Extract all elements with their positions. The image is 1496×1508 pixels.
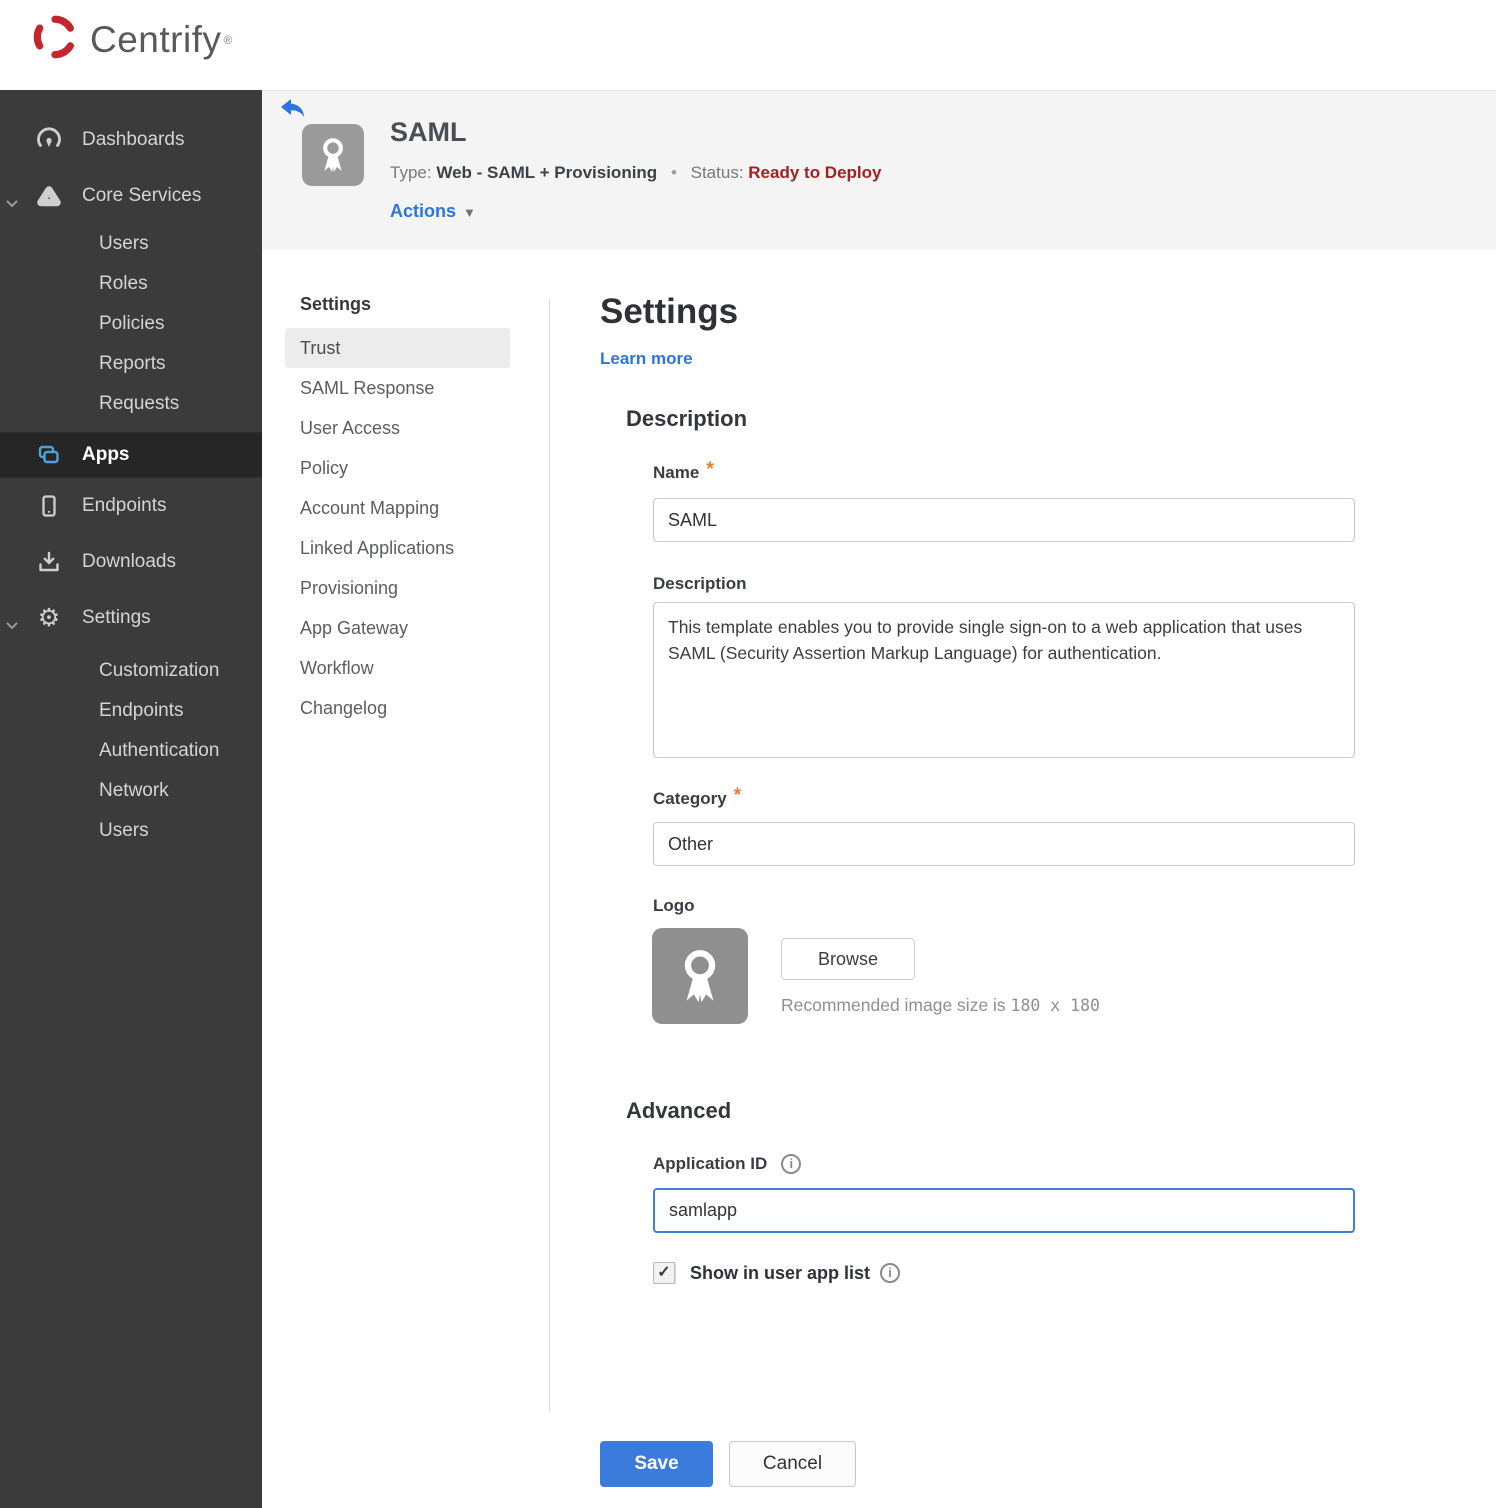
sidebar-item-settings-users[interactable]: Users	[0, 811, 262, 851]
type-label: Type:	[390, 163, 432, 182]
chevron-down-icon	[6, 192, 18, 214]
application-id-input[interactable]	[653, 1188, 1355, 1233]
caret-down-icon: ▼	[463, 205, 476, 220]
sidebar-item-settings-endpoints[interactable]: Endpoints	[0, 691, 262, 731]
subnav-item-saml-response[interactable]: SAML Response	[285, 368, 510, 408]
page: Centrify ® Dashboards Core Services User…	[0, 0, 1496, 1508]
brand-name: Centrify	[90, 18, 222, 60]
info-icon[interactable]: i	[880, 1263, 901, 1283]
subnav-item-provisioning[interactable]: Provisioning	[285, 568, 510, 608]
app-meta: Type: Web - SAML + Provisioning • Status…	[390, 163, 881, 183]
back-arrow-icon[interactable]	[280, 98, 306, 120]
description-textarea[interactable]: This template enables you to provide sin…	[653, 602, 1355, 758]
sidebar-item-endpoints[interactable]: Endpoints	[0, 478, 262, 534]
description-label: Description	[653, 574, 747, 593]
centrify-swirl-icon	[30, 12, 80, 67]
sidebar: Dashboards Core Services Users Roles Pol…	[0, 90, 262, 1508]
required-asterisk: *	[733, 785, 742, 806]
required-asterisk: *	[706, 459, 714, 480]
network-icon	[36, 183, 62, 209]
status-label: Status:	[690, 163, 744, 182]
subnav-item-trust[interactable]: Trust	[285, 328, 510, 368]
show-in-user-app-list-label: Show in user app list	[690, 1262, 871, 1283]
type-value: Web - SAML + Provisioning	[436, 163, 658, 182]
category-label: Category *	[653, 785, 742, 808]
vertical-divider	[549, 298, 550, 1412]
logo-label: Logo	[653, 896, 695, 915]
gauge-icon	[36, 127, 62, 153]
subnav-item-workflow[interactable]: Workflow	[285, 648, 510, 688]
name-label: Name *	[653, 459, 714, 482]
dot-separator: •	[670, 163, 677, 182]
recommended-size-text: Recommended image size is 180 x 180	[781, 995, 1100, 1015]
subnav-item-account-mapping[interactable]: Account Mapping	[285, 488, 510, 528]
centrify-logo: Centrify ®	[30, 12, 232, 67]
top-bar: Centrify ®	[0, 0, 1496, 90]
settings-heading: Settings	[600, 292, 739, 331]
info-icon[interactable]: i	[781, 1154, 802, 1174]
ribbon-icon	[323, 138, 343, 172]
sidebar-item-network[interactable]: Network	[0, 771, 262, 811]
sidebar-item-apps[interactable]: Apps	[0, 432, 262, 478]
page-title: SAML	[390, 117, 467, 147]
recommended-size-value: 180 x 180	[1010, 996, 1100, 1015]
apps-icon	[36, 442, 62, 468]
description-section-heading: Description	[626, 406, 748, 431]
application-id-label: Application ID i	[653, 1154, 802, 1174]
learn-more-link[interactable]: Learn more	[600, 349, 693, 369]
subnav: Trust SAML Response User Access Policy A…	[285, 328, 510, 728]
cancel-button[interactable]: Cancel	[729, 1441, 856, 1487]
sidebar-item-settings[interactable]: ⚙ Settings	[0, 590, 262, 646]
sidebar-item-customization[interactable]: Customization	[0, 651, 262, 691]
download-icon	[36, 549, 62, 575]
subnav-item-policy[interactable]: Policy	[285, 448, 510, 488]
app-logo-badge	[302, 124, 364, 186]
sidebar-item-policies[interactable]: Policies	[0, 304, 262, 344]
browse-button[interactable]: Browse	[781, 938, 915, 980]
sidebar-item-roles[interactable]: Roles	[0, 264, 262, 304]
subnav-header: Settings	[300, 294, 372, 314]
subnav-item-changelog[interactable]: Changelog	[285, 688, 510, 728]
logo-preview	[652, 928, 748, 1024]
sidebar-item-authentication[interactable]: Authentication	[0, 731, 262, 771]
subnav-item-app-gateway[interactable]: App Gateway	[285, 608, 510, 648]
sidebar-item-users[interactable]: Users	[0, 224, 262, 264]
save-button[interactable]: Save	[600, 1441, 713, 1487]
sidebar-item-requests[interactable]: Requests	[0, 384, 262, 424]
name-input[interactable]	[653, 498, 1355, 542]
advanced-section-heading: Advanced	[626, 1098, 732, 1123]
category-input[interactable]	[653, 822, 1355, 866]
subnav-item-user-access[interactable]: User Access	[285, 408, 510, 448]
device-icon	[36, 493, 62, 519]
sidebar-item-downloads[interactable]: Downloads	[0, 534, 262, 590]
actions-dropdown[interactable]: Actions ▼	[390, 201, 476, 222]
app-header: SAML Type: Web - SAML + Provisioning • S…	[262, 90, 1496, 250]
gear-icon: ⚙	[37, 603, 61, 632]
status-value: Ready to Deploy	[748, 163, 882, 182]
chevron-down-icon	[6, 614, 18, 636]
sidebar-item-dashboards[interactable]: Dashboards	[0, 112, 262, 168]
subnav-item-linked-applications[interactable]: Linked Applications	[285, 528, 510, 568]
brand-trademark: ®	[223, 32, 233, 47]
ribbon-icon	[684, 950, 716, 1003]
show-in-user-app-list-row: ✓ Show in user app list i	[653, 1262, 901, 1284]
sidebar-item-core-services[interactable]: Core Services	[0, 168, 262, 224]
show-in-user-app-list-checkbox[interactable]: ✓	[653, 1262, 675, 1284]
sidebar-item-reports[interactable]: Reports	[0, 344, 262, 384]
